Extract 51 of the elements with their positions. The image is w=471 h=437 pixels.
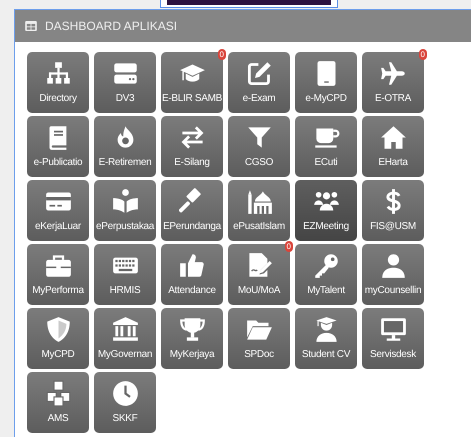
reading-person-icon bbox=[112, 188, 138, 215]
app-tile[interactable]: MyTalent bbox=[295, 244, 357, 305]
app-tile[interactable]: DV3 bbox=[94, 52, 156, 113]
count-badge: 0 bbox=[284, 241, 293, 252]
thumbs-up-icon bbox=[178, 252, 206, 279]
app-tile[interactable]: ECuti bbox=[295, 116, 357, 177]
app-tile[interactable]: myCounsellin bbox=[362, 244, 424, 305]
clock-icon bbox=[112, 380, 138, 407]
app-tile[interactable]: e-Exam bbox=[228, 52, 290, 113]
panel-title: DASHBOARD APLIKASI bbox=[45, 19, 178, 33]
key-icon bbox=[312, 252, 340, 279]
app-tile[interactable]: FIS@USM bbox=[362, 180, 424, 241]
app-tile[interactable]: SKKF bbox=[94, 372, 156, 433]
edit-icon bbox=[246, 60, 272, 87]
app-tile[interactable]: MyGovernan bbox=[94, 308, 156, 369]
app-tile[interactable]: E-Silang bbox=[161, 116, 223, 177]
user-icon bbox=[380, 252, 406, 279]
app-tile[interactable]: ePerpustakaa bbox=[94, 180, 156, 241]
app-tile[interactable]: eKerjaLuar bbox=[27, 180, 89, 241]
app-tile[interactable]: E-Retiremen bbox=[94, 116, 156, 177]
app-tile[interactable]: Attendance bbox=[161, 244, 223, 305]
app-tile[interactable]: EHarta bbox=[362, 116, 424, 177]
app-tile[interactable]: CGSO bbox=[228, 116, 290, 177]
app-tile[interactable]: e-MyCPD bbox=[295, 52, 357, 113]
app-tile[interactable]: SPDoc bbox=[228, 308, 290, 369]
app-tile[interactable]: MoU/MoA 0 bbox=[228, 244, 290, 305]
app-tile[interactable]: EZMeeting bbox=[295, 180, 357, 241]
mosque-icon bbox=[246, 188, 272, 215]
house-icon bbox=[380, 124, 406, 151]
cubes-icon bbox=[44, 380, 72, 407]
count-badge: 0 bbox=[418, 49, 427, 60]
app-tile[interactable]: E-OTRA 0 bbox=[362, 52, 424, 113]
app-tile[interactable]: MyPerforma bbox=[27, 244, 89, 305]
trophy-icon bbox=[178, 316, 206, 343]
app-tile[interactable]: MyKerjaya bbox=[161, 308, 223, 369]
app-tile[interactable]: MyCPD bbox=[27, 308, 89, 369]
count-badge: 0 bbox=[218, 49, 226, 60]
app-tile[interactable]: E-BLIR SAMB 0 bbox=[161, 52, 223, 113]
bank-icon bbox=[112, 316, 138, 343]
app-tile[interactable]: Directory bbox=[27, 52, 89, 113]
app-tile[interactable]: EPerundanga bbox=[161, 180, 223, 241]
app-tile[interactable]: e-Publicatio bbox=[27, 116, 89, 177]
app-tile[interactable]: ePusatIslam bbox=[228, 180, 290, 241]
table-icon bbox=[25, 21, 37, 31]
monitor-icon bbox=[380, 316, 406, 343]
shield-icon bbox=[44, 316, 72, 343]
airplane-icon bbox=[380, 60, 406, 87]
app-tile[interactable]: Servisdesk bbox=[362, 308, 424, 369]
app-tile[interactable]: HRMIS bbox=[94, 244, 156, 305]
app-tile[interactable]: Student CV bbox=[295, 308, 357, 369]
app-tile[interactable]: AMS bbox=[27, 372, 89, 433]
